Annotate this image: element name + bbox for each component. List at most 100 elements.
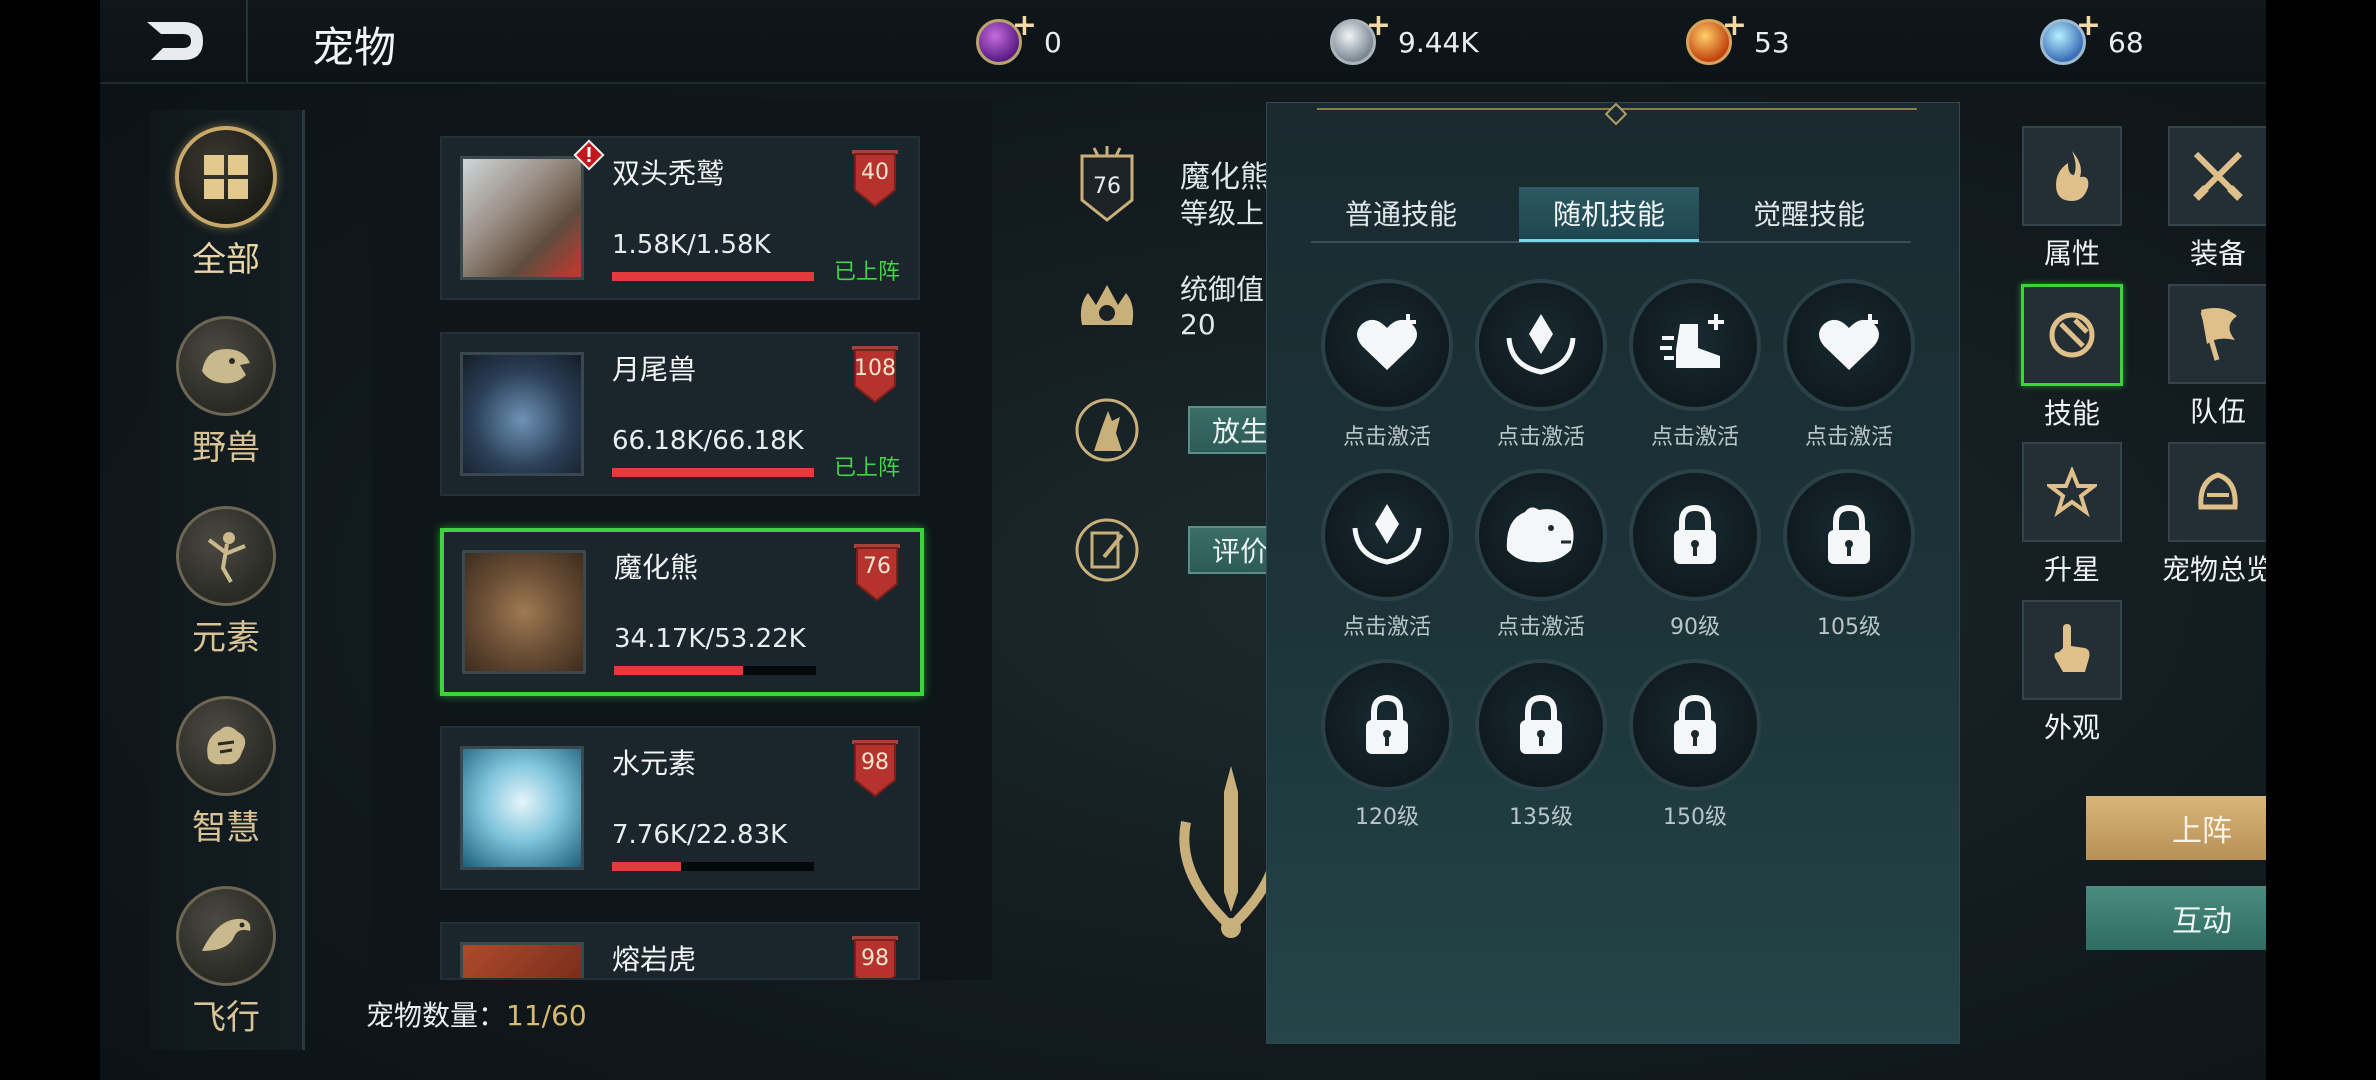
skill-slot-locked[interactable]: 150级 (1629, 659, 1761, 831)
skill-label: 点击激活 (1342, 425, 1431, 450)
pet-count-value: 11/60 (506, 999, 587, 1032)
pet-name: 双头秃鹫 (612, 157, 725, 190)
back-button[interactable] (100, 0, 248, 82)
pet-hp-bar (612, 862, 814, 871)
lock-icon (1629, 469, 1761, 601)
skill-slot[interactable]: 点击激活 (1629, 279, 1761, 451)
skill-label: 点击激活 (1496, 425, 1585, 450)
flame-icon (2022, 126, 2122, 226)
category-element[interactable]: 元素 (150, 506, 302, 659)
pet-hp-text: 66.18K/66.18K (612, 426, 804, 456)
crossed-swords-icon (2168, 126, 2268, 226)
skill-label: 90级 (1670, 615, 1720, 640)
skill-label: 150级 (1663, 805, 1727, 830)
pet-name: 水元素 (612, 747, 697, 780)
category-label: 野兽 (192, 428, 260, 468)
lock-icon (1475, 659, 1607, 791)
tab-random-skills[interactable]: 随机技能 (1519, 187, 1699, 242)
pet-card[interactable]: 月尾兽 66.18K/66.18K 108 已上阵 (440, 332, 920, 496)
pet-name-header: 魔化熊 (1180, 160, 1270, 195)
skill-slot[interactable]: 点击激活 (1783, 279, 1915, 451)
purple-gem-icon: + (976, 8, 1037, 65)
category-label: 元素 (192, 618, 260, 658)
fn-appearance[interactable]: 外观 (2012, 600, 2132, 746)
level-value: 108 (854, 356, 896, 381)
hand-icon (2022, 600, 2122, 700)
pet-portrait-vulture (460, 156, 584, 280)
skill-slot-locked[interactable]: 90级 (1629, 469, 1761, 641)
pet-card-selected[interactable]: 魔化熊 34.17K/53.22K 76 (440, 528, 924, 696)
tab-awaken-skills[interactable]: 觉醒技能 (1719, 187, 1899, 239)
level-value: 98 (861, 946, 889, 971)
fn-team[interactable]: 队伍 (2158, 284, 2278, 430)
pet-count-label: 宠物数量： (366, 999, 507, 1032)
tab-normal-skills[interactable]: 普通技能 (1311, 187, 1491, 239)
skill-slot-locked[interactable]: 120级 (1321, 659, 1453, 831)
skill-slot[interactable]: 点击激活 (1321, 469, 1453, 641)
skill-slot[interactable]: 点击激活 (1475, 279, 1607, 451)
skill-slot-locked[interactable]: 135级 (1475, 659, 1607, 831)
level-value: 40 (861, 160, 889, 185)
back-arrow-icon (147, 22, 203, 60)
level-badge: 98 (852, 740, 898, 798)
category-beast[interactable]: 野兽 (150, 316, 302, 469)
skill-slot[interactable]: 点击激活 (1475, 469, 1607, 641)
beast-icon (176, 316, 276, 416)
fn-attributes[interactable]: 属性 (2012, 126, 2132, 272)
heart-plus-icon (1321, 279, 1453, 411)
fn-pet-overview[interactable]: 宠物总览 (2158, 442, 2278, 588)
crystal-orb-icon: + (2040, 8, 2101, 65)
fire-orb-icon: + (1686, 8, 1747, 65)
level-shield-value: 76 (1093, 174, 1121, 199)
bird-icon (176, 886, 276, 986)
fn-star-up[interactable]: 升星 (2012, 442, 2132, 588)
pet-hp-text: 1.58K/1.58K (612, 230, 771, 260)
skill-icon (2021, 284, 2123, 386)
resource-silver-coin[interactable]: + 9.44K (1330, 8, 1479, 70)
grid-icon (175, 126, 277, 228)
skill-slot-locked[interactable]: 105级 (1783, 469, 1915, 641)
skill-tab-bar: 普通技能 随机技能 觉醒技能 (1311, 187, 1911, 243)
category-wisdom[interactable]: 智慧 (150, 696, 302, 849)
pet-hp-text: 34.17K/53.22K (614, 624, 806, 654)
pet-card[interactable]: 熔岩虎 98 (440, 922, 920, 980)
wolf-howl-icon (1072, 390, 1142, 470)
panel-ornament-icon (1317, 103, 1917, 126)
page-title: 宠物 (312, 23, 397, 72)
fn-equipment[interactable]: 装备 (2158, 126, 2278, 272)
fn-skills[interactable]: 技能 (2012, 284, 2132, 432)
lock-icon (1629, 659, 1761, 791)
fn-label: 队伍 (2189, 395, 2246, 428)
pet-hp-bar (612, 468, 814, 477)
pet-hp-bar (614, 666, 816, 675)
flag-icon (2168, 284, 2268, 384)
pet-portrait-lava-tiger (460, 942, 584, 978)
resource-purple-gem[interactable]: + 0 (976, 8, 1062, 70)
pet-card[interactable]: 双头秃鹫 1.58K/1.58K 40 已上阵 (440, 136, 920, 300)
resource-crystal-orb[interactable]: + 68 (2040, 8, 2144, 70)
command-value: 20 (1180, 308, 1216, 341)
category-label: 全部 (192, 240, 260, 280)
skill-slot[interactable]: 点击激活 (1321, 279, 1453, 451)
pet-portrait-water-elemental (460, 746, 584, 870)
category-label: 智慧 (192, 808, 260, 848)
pet-card[interactable]: 水元素 7.76K/22.83K 98 (440, 726, 920, 890)
skill-label: 点击激活 (1650, 425, 1739, 450)
pet-portrait-bear (462, 550, 586, 674)
resource-value: 0 (1044, 25, 1062, 59)
pet-name: 魔化熊 (614, 551, 699, 584)
level-badge: 98 (852, 936, 898, 978)
fairy-icon (176, 506, 276, 606)
silver-coin-icon: + (1330, 8, 1391, 65)
category-flying[interactable]: 飞行 (150, 886, 302, 1039)
heart-plus-icon (1783, 279, 1915, 411)
boot-plus-icon (1629, 279, 1761, 411)
skill-panel: 普通技能 随机技能 觉醒技能 点击激活 点击激活 点击激活 点击激活 点击激活 … (1266, 102, 1960, 1044)
skill-label: 点击激活 (1804, 425, 1893, 450)
resource-fire-orb[interactable]: + 53 (1686, 8, 1790, 70)
pet-hp-bar (612, 272, 814, 281)
category-all[interactable]: 全部 (150, 126, 302, 281)
skill-label: 点击激活 (1342, 615, 1431, 640)
overview-icon (2168, 442, 2268, 542)
fn-label: 属性 (2043, 237, 2100, 270)
